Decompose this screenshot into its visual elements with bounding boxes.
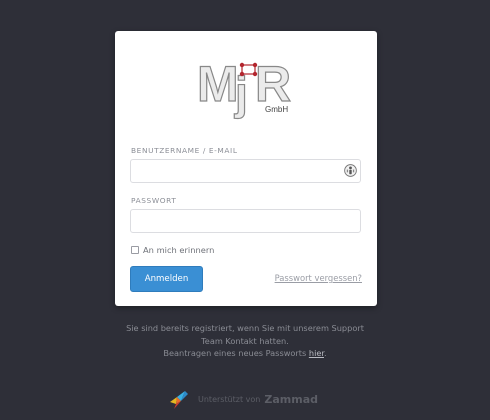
remember-me[interactable]: An mich erinnern xyxy=(131,245,214,255)
info-line-3: Beantragen eines neues Passworts hier. xyxy=(0,347,490,360)
zammad-brand-link[interactable]: Zammad xyxy=(264,393,318,406)
zammad-logo-icon[interactable] xyxy=(168,388,190,410)
password-input[interactable] xyxy=(130,209,361,233)
svg-text:M: M xyxy=(197,56,236,112)
remember-checkbox[interactable] xyxy=(131,246,139,254)
company-logo: M j R GmbH xyxy=(197,55,292,119)
password-manager-icon[interactable] xyxy=(344,164,357,177)
login-button[interactable]: Anmelden xyxy=(130,266,203,292)
svg-text:R: R xyxy=(255,56,291,112)
info-text: Sie sind bereits registriert, wenn Sie m… xyxy=(0,322,490,360)
info-line-3-period: . xyxy=(324,348,327,358)
svg-text:GmbH: GmbH xyxy=(265,105,288,114)
info-line-2: Team Kontakt hatten. xyxy=(201,335,289,346)
info-line-3-text: Beantragen eines neues Passworts xyxy=(163,348,309,358)
powered-by-text: Unterstützt von xyxy=(198,394,261,404)
remember-label: An mich erinnern xyxy=(143,245,215,255)
info-line-1: Sie sind bereits registriert, wenn Sie m… xyxy=(126,323,364,333)
username-input[interactable] xyxy=(130,159,361,183)
login-card: M j R GmbH BENUTZERNAME / E-MAIL PASSWOR… xyxy=(115,31,377,306)
request-password-link[interactable]: hier xyxy=(309,348,324,358)
forgot-password-link[interactable]: Passwort vergessen? xyxy=(275,273,362,283)
password-label: PASSWORT xyxy=(131,196,177,205)
username-label: BENUTZERNAME / E-MAIL xyxy=(131,146,238,155)
footer: Unterstützt von Zammad xyxy=(168,388,318,410)
